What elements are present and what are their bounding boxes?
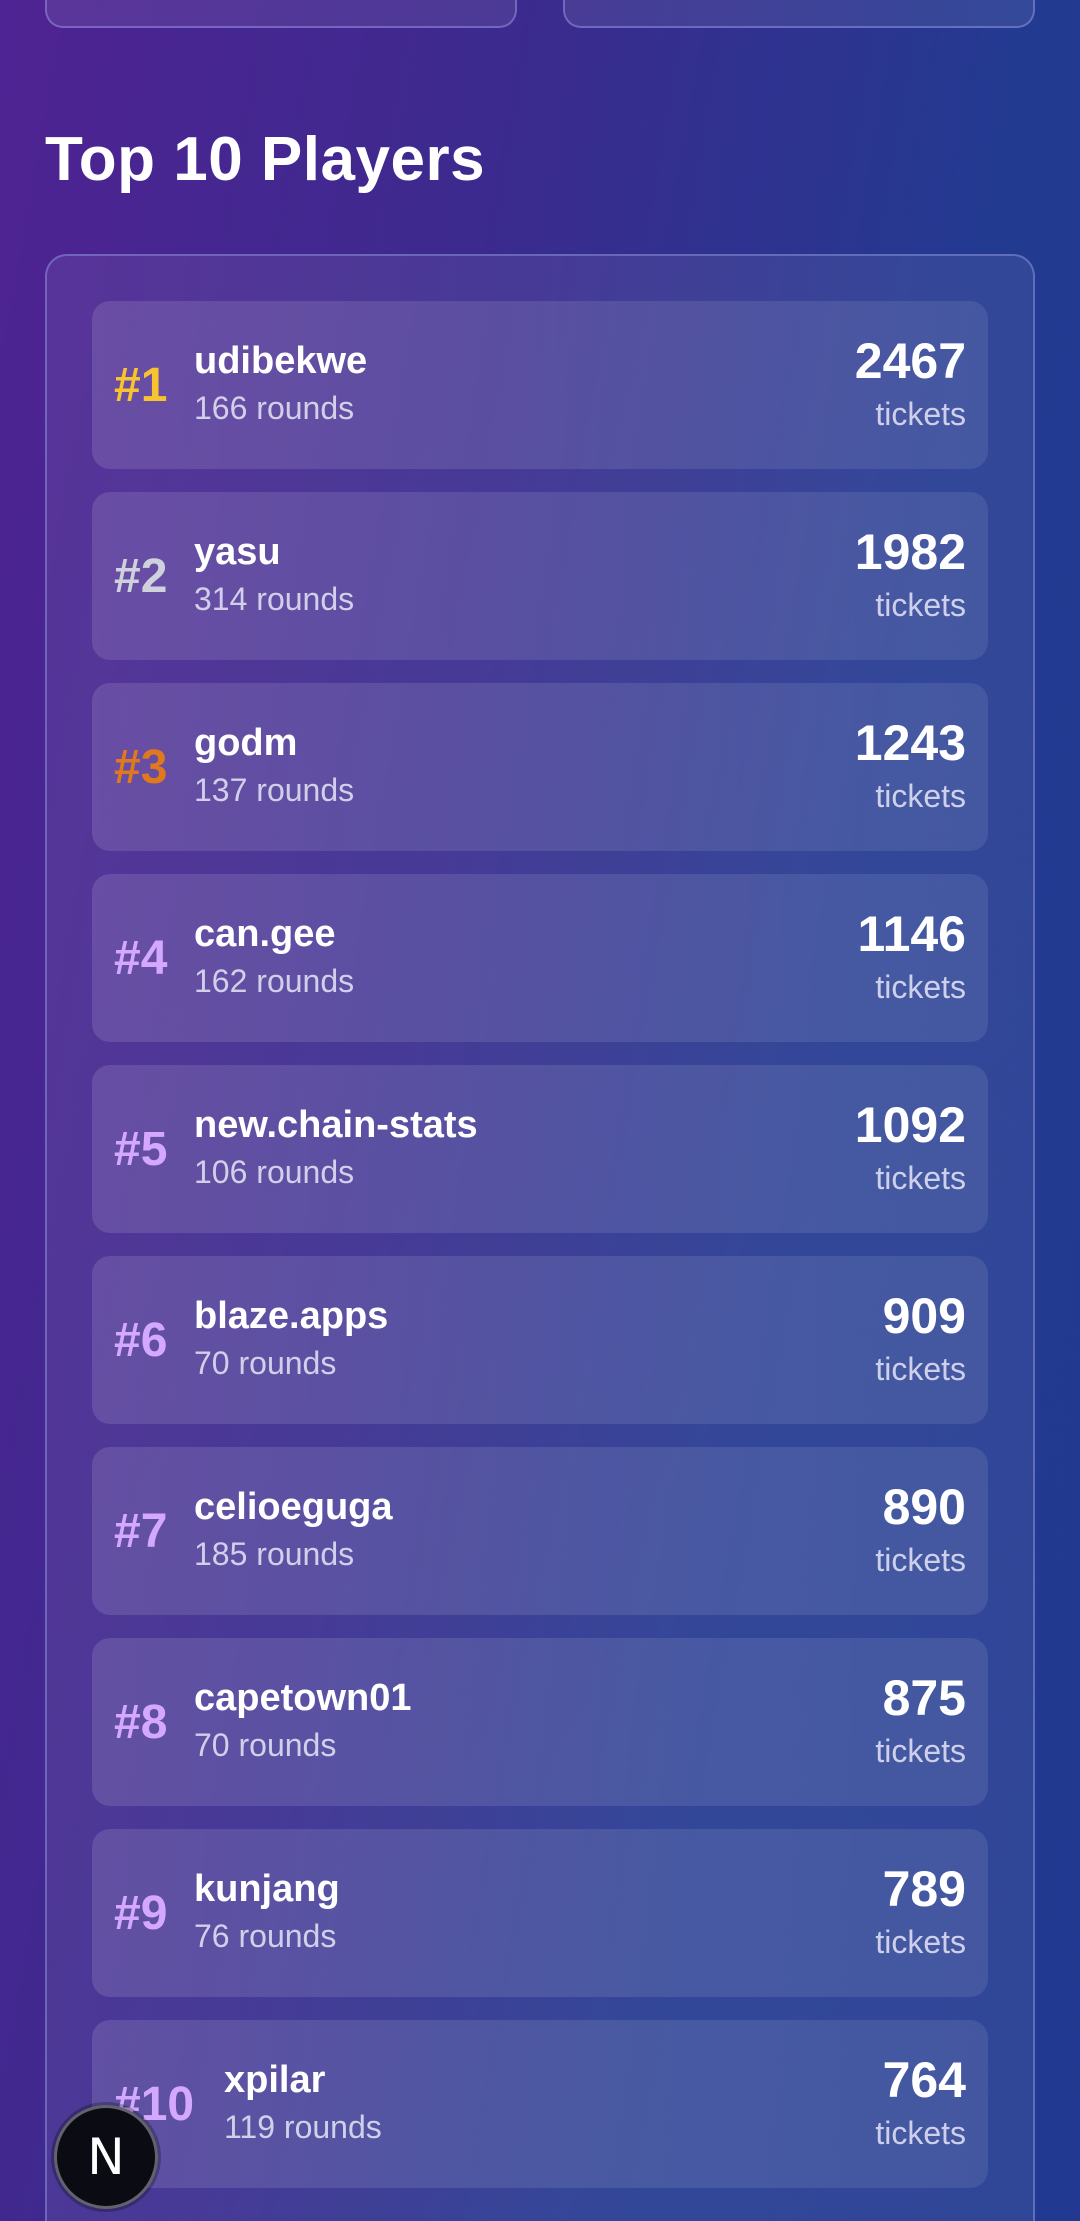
floating-n-button[interactable]: N	[54, 2105, 158, 2209]
player-score: 909 tickets	[875, 1287, 966, 1393]
player-name: celioeguga	[194, 1486, 393, 1528]
ticket-count: 1982	[854, 524, 966, 580]
player-info: blaze.apps 70 rounds	[194, 1293, 388, 1387]
player-name: new.chain-stats	[194, 1104, 478, 1146]
rank-label: #2	[114, 549, 168, 603]
leaderboard-row: #4 can.gee 162 rounds 1146 tickets	[92, 874, 988, 1042]
rank-label: #9	[114, 1886, 168, 1940]
summary-card-left	[45, 0, 517, 28]
player-score: 764 tickets	[875, 2051, 966, 2157]
player-info: yasu 314 rounds	[194, 529, 354, 623]
ticket-unit: tickets	[875, 778, 966, 814]
ticket-unit: tickets	[875, 1351, 966, 1387]
player-info: kunjang 76 rounds	[194, 1866, 340, 1960]
player-score: 789 tickets	[875, 1860, 966, 1966]
player-name: blaze.apps	[194, 1295, 389, 1337]
rank-label: #5	[114, 1122, 168, 1176]
leaderboard-row: #9 kunjang 76 rounds 789 tickets	[92, 1829, 988, 1997]
player-rounds: 185 rounds	[194, 1536, 355, 1572]
ticket-count: 789	[882, 1861, 966, 1917]
ticket-count: 2467	[854, 333, 966, 389]
leaderboard-row: #6 blaze.apps 70 rounds 909 tickets	[92, 1256, 988, 1424]
leaderboard-row: #5 new.chain-stats 106 rounds 1092 ticke…	[92, 1065, 988, 1233]
player-name: godm	[194, 722, 298, 764]
ticket-count: 764	[882, 2052, 966, 2108]
rank-label: #3	[114, 740, 168, 794]
ticket-unit: tickets	[875, 396, 966, 432]
ticket-unit: tickets	[875, 1733, 966, 1769]
leaderboard-row: #10 xpilar 119 rounds 764 tickets	[92, 2020, 988, 2188]
player-score: 875 tickets	[875, 1669, 966, 1775]
ticket-count: 1146	[857, 906, 966, 962]
player-info: xpilar 119 rounds	[224, 2057, 382, 2151]
ticket-unit: tickets	[875, 2115, 966, 2151]
player-rounds: 137 rounds	[194, 772, 355, 808]
leaderboard-row: #3 godm 137 rounds 1243 tickets	[92, 683, 988, 851]
player-rounds: 106 rounds	[194, 1154, 355, 1190]
rank-label: #6	[114, 1313, 168, 1367]
player-score: 1243 tickets	[855, 714, 966, 820]
player-rounds: 119 rounds	[224, 2109, 382, 2145]
leaderboard-row: #8 capetown01 70 rounds 875 tickets	[92, 1638, 988, 1806]
ticket-count: 890	[882, 1479, 966, 1535]
ticket-unit: tickets	[875, 1542, 966, 1578]
ticket-unit: tickets	[875, 1924, 966, 1960]
player-rounds: 314 rounds	[194, 581, 355, 617]
ticket-count: 1243	[854, 715, 966, 771]
leaderboard-row: #2 yasu 314 rounds 1982 tickets	[92, 492, 988, 660]
player-name: kunjang	[194, 1868, 340, 1910]
player-rounds: 76 rounds	[194, 1918, 337, 1954]
rank-label: #1	[114, 358, 168, 412]
player-info: new.chain-stats 106 rounds	[194, 1102, 478, 1196]
player-score: 1146 tickets	[858, 905, 966, 1011]
player-info: udibekwe 166 rounds	[194, 338, 367, 432]
ticket-count: 1092	[854, 1097, 966, 1153]
player-info: celioeguga 185 rounds	[194, 1484, 393, 1578]
player-name: udibekwe	[194, 340, 368, 382]
player-info: godm 137 rounds	[194, 720, 354, 814]
player-score: 890 tickets	[875, 1478, 966, 1584]
player-score: 1092 tickets	[855, 1096, 966, 1202]
ticket-unit: tickets	[875, 1160, 966, 1196]
leaderboard-row: #1 udibekwe 166 rounds 2467 tickets	[92, 301, 988, 469]
player-rounds: 70 rounds	[194, 1727, 337, 1763]
player-score: 1982 tickets	[855, 523, 966, 629]
player-info: can.gee 162 rounds	[194, 911, 354, 1005]
player-rounds: 70 rounds	[194, 1345, 337, 1381]
rank-label: #7	[114, 1504, 168, 1558]
player-score: 2467 tickets	[855, 332, 966, 438]
player-name: capetown01	[194, 1677, 412, 1719]
ticket-unit: tickets	[875, 969, 966, 1005]
ticket-count: 909	[882, 1288, 966, 1344]
n-logo-icon: N	[87, 2128, 125, 2186]
section-title: Top 10 Players	[45, 125, 486, 194]
player-name: can.gee	[194, 913, 336, 955]
player-rounds: 162 rounds	[194, 963, 355, 999]
ticket-unit: tickets	[875, 587, 966, 623]
rank-label: #4	[114, 931, 168, 985]
player-name: xpilar	[224, 2059, 326, 2101]
player-rounds: 166 rounds	[194, 390, 355, 426]
player-info: capetown01 70 rounds	[194, 1675, 412, 1769]
leaderboard-row: #7 celioeguga 185 rounds 890 tickets	[92, 1447, 988, 1615]
player-name: yasu	[194, 531, 281, 573]
summary-card-right	[563, 0, 1035, 28]
leaderboard-panel: #1 udibekwe 166 rounds 2467 tickets #2 y…	[45, 254, 1035, 2221]
ticket-count: 875	[882, 1670, 966, 1726]
rank-label: #8	[114, 1695, 168, 1749]
